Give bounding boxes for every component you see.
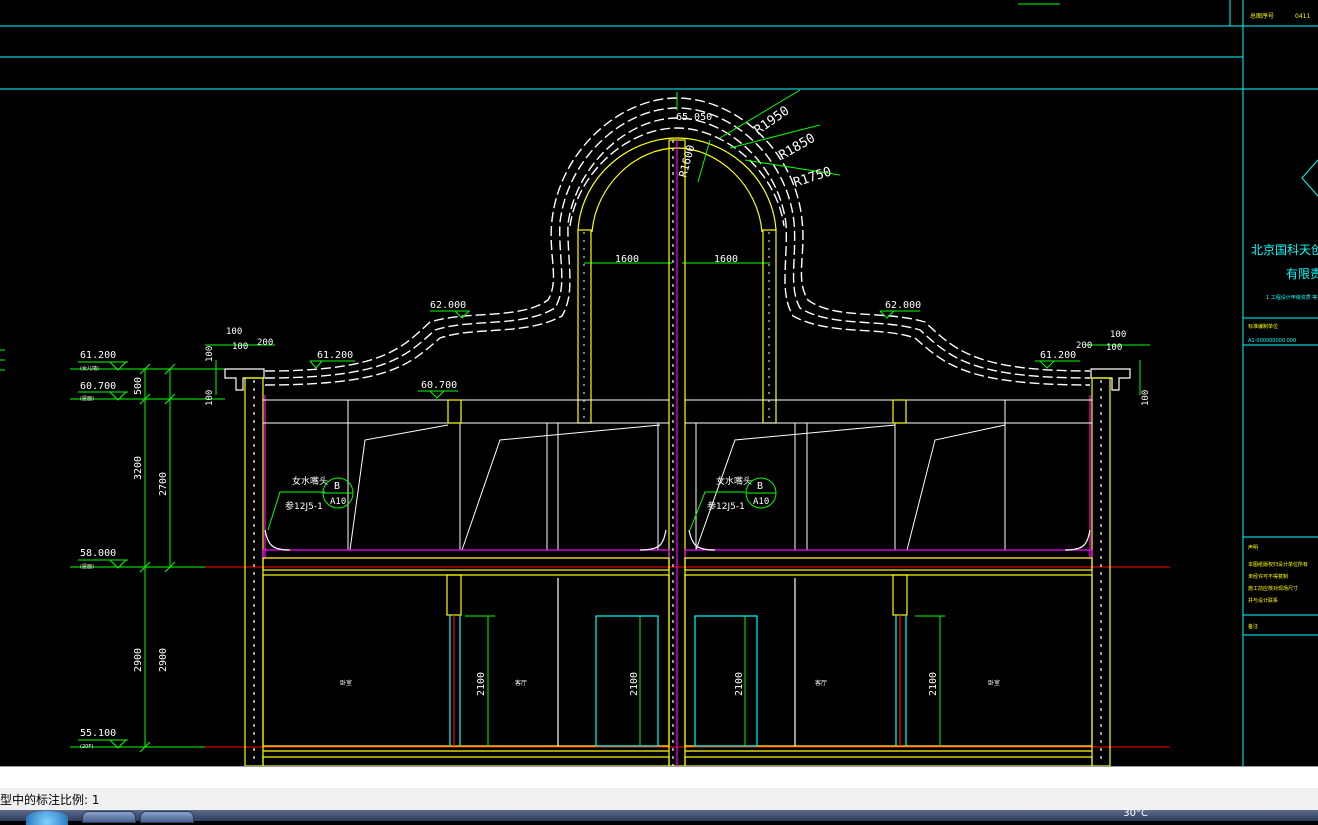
elev-label-61200-b: 61.200 <box>317 350 353 361</box>
central-column <box>668 139 686 766</box>
drain-ref-left: 参12J5-1 <box>285 500 323 512</box>
elev-label-62000-b: 62.000 <box>885 300 921 311</box>
taskbar-app-1[interactable] <box>82 811 136 823</box>
elev-note-60700: (屋面) <box>80 396 94 402</box>
title-header-left: 总图序号 <box>1250 12 1274 20</box>
notes-line1: 本图纸版权归设计单位所有 <box>1248 561 1308 568</box>
elev-label-61200-c: 61.200 <box>1040 350 1076 361</box>
notes-line3: 施工前应核对现场尺寸 <box>1248 585 1298 592</box>
elev-label-60700-b: 60.700 <box>421 380 457 391</box>
bubble-bottom-right: A10 <box>753 497 769 507</box>
taskbar-app-2[interactable] <box>140 811 194 823</box>
notes-line2: 未经许可不得复制 <box>1248 573 1288 580</box>
section-drawing: 总图序号 0411 北京国科天创建 有限责任 1 工程设计甲级资质 等 标准编制… <box>0 0 1318 766</box>
room-living-left: 客厅 <box>515 679 527 687</box>
dim-2700: 2700 <box>158 472 169 496</box>
room-living-right: 客厅 <box>815 679 827 687</box>
door-dim-2100-a: 2100 <box>476 672 487 696</box>
dim-2900-b: 2900 <box>158 648 169 672</box>
dim-500: 500 <box>133 377 144 395</box>
start-button[interactable] <box>26 811 68 825</box>
drain-ref-right: 参12J5-1 <box>707 500 745 512</box>
door-dim-2100-d: 2100 <box>928 672 939 696</box>
bubble-bottom-left: A10 <box>330 497 346 507</box>
taskbar-temperature: 30°C <box>1123 808 1148 819</box>
elev-note-61200: (女儿墙) <box>80 365 99 372</box>
license-number: A1-000000000 000 <box>1248 338 1296 344</box>
company-sub: 1 工程设计甲级资质 等 <box>1266 294 1317 301</box>
dim-2900: 2900 <box>133 648 144 672</box>
elev-label-55100: 55.100 <box>80 728 116 739</box>
dim-200-a: 200 <box>257 338 273 348</box>
dim-3200: 3200 <box>133 456 144 480</box>
drain-label-left: 女水嘴头 <box>292 475 328 487</box>
door-dims <box>465 615 945 746</box>
license-label: 标准编制单位 <box>1248 323 1278 330</box>
company-name-line1: 北京国科天创建 <box>1251 243 1318 257</box>
span-1600-right: 1600 <box>714 254 738 265</box>
bubble-top-left: B <box>334 481 340 492</box>
dim-100-e: 100 <box>205 346 215 362</box>
taskbar: 30°C <box>0 808 1318 825</box>
span-1600-left: 1600 <box>615 254 639 265</box>
cad-drawing-canvas[interactable]: 总图序号 0411 北京国科天创建 有限责任 1 工程设计甲级资质 等 标准编制… <box>0 0 1318 766</box>
dim-100-f: 100 <box>205 390 215 406</box>
elev-label-61200: 61.200 <box>80 350 116 361</box>
radius-r1850: R1850 <box>777 131 818 164</box>
dim-100-c: 100 <box>1110 330 1126 340</box>
radius-r1600: R1600 <box>676 143 697 178</box>
door-dim-2100-c: 2100 <box>734 672 745 696</box>
remark-label: 备注 <box>1248 623 1258 630</box>
dim-100-d: 100 <box>1106 343 1122 353</box>
drain-label-right: 女水嘴头 <box>716 475 752 487</box>
dim-100-g: 100 <box>1141 390 1151 406</box>
dim-100-a: 100 <box>226 327 242 337</box>
title-header-right: 0411 <box>1295 13 1310 20</box>
notes-title: 声明 <box>1248 544 1258 551</box>
status-text: 型中的标注比例: 1 <box>0 793 100 807</box>
room-bedroom-right: 卧室 <box>988 679 1000 687</box>
status-bar: 型中的标注比例: 1 <box>0 788 1318 811</box>
elev-note-58000: (屋面) <box>80 564 94 570</box>
elev-note-55100: (20F) <box>80 744 93 750</box>
radius-r1950: R1950 <box>752 104 793 139</box>
dim-100-b: 100 <box>232 342 248 352</box>
drawing-frame <box>0 0 1318 766</box>
elev-label-62000-a: 62.000 <box>430 300 466 311</box>
door-dim-2100-b: 2100 <box>629 672 640 696</box>
command-line[interactable] <box>0 766 1318 789</box>
bubble-top-right: B <box>757 481 763 492</box>
elev-label-58000: 58.000 <box>80 548 116 559</box>
elev-label-60700: 60.700 <box>80 381 116 392</box>
company-name-line2: 有限责任 <box>1286 267 1318 281</box>
notes-line4: 并与设计联系 <box>1248 597 1278 604</box>
north-mark-icon <box>1301 159 1318 197</box>
dim-200-b: 200 <box>1076 341 1092 351</box>
room-bedroom-left: 卧室 <box>340 679 352 687</box>
level-lines <box>205 566 1170 748</box>
elev-label-65050: 65.050 <box>676 112 712 123</box>
